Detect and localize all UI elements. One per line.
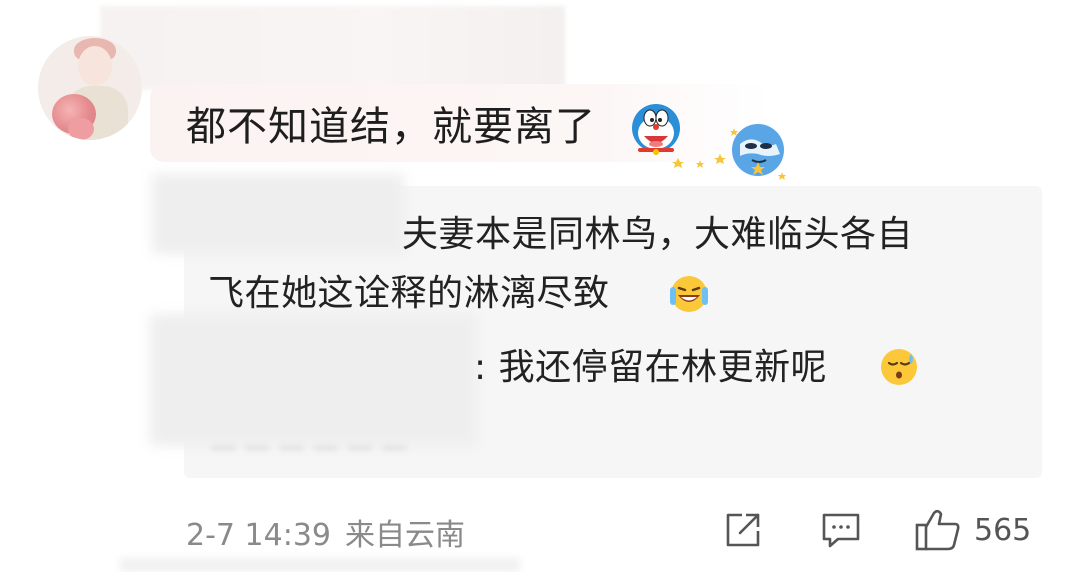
blurred-username — [152, 174, 404, 254]
comment-card: 都不知道结，就要离了 夫妻本是同林鸟，大难临头各自 飞在她这诠释的淋漓尽致: … — [0, 0, 1080, 572]
blurred-hint: — — — — — — — [210, 432, 408, 462]
blurred-username — [150, 314, 476, 446]
laugh-cry-emoji-icon — [670, 276, 708, 312]
comment-text: 都不知道结，就要离了 — [186, 104, 596, 150]
comment-date: 2-7 14:39 — [186, 518, 331, 553]
reply-text-line: 飞在她这诠释的淋漓尽致 — [208, 273, 610, 314]
like-count: 565 — [974, 512, 1032, 548]
comment-meta: 2-7 14:39 来自云南 — [186, 510, 479, 554]
share-button[interactable] — [722, 506, 764, 554]
earth-star-emoji-icon — [672, 124, 786, 180]
share-icon — [726, 513, 760, 547]
reply-text-line: : 我还停留在林更新呢 — [474, 347, 828, 388]
reply-text-line: 夫妻本是同林鸟，大难临头各自 — [402, 214, 914, 255]
comment-location: 来自云南 — [345, 518, 465, 553]
avatar[interactable] — [38, 36, 142, 140]
comment-button[interactable] — [820, 506, 862, 554]
blurred-username — [100, 6, 565, 90]
sweat-emoji-icon — [881, 349, 917, 385]
like-icon — [915, 509, 960, 551]
blurred-content — [120, 558, 520, 572]
comment-icon — [822, 513, 860, 548]
like-button[interactable]: 565 — [914, 506, 1031, 554]
